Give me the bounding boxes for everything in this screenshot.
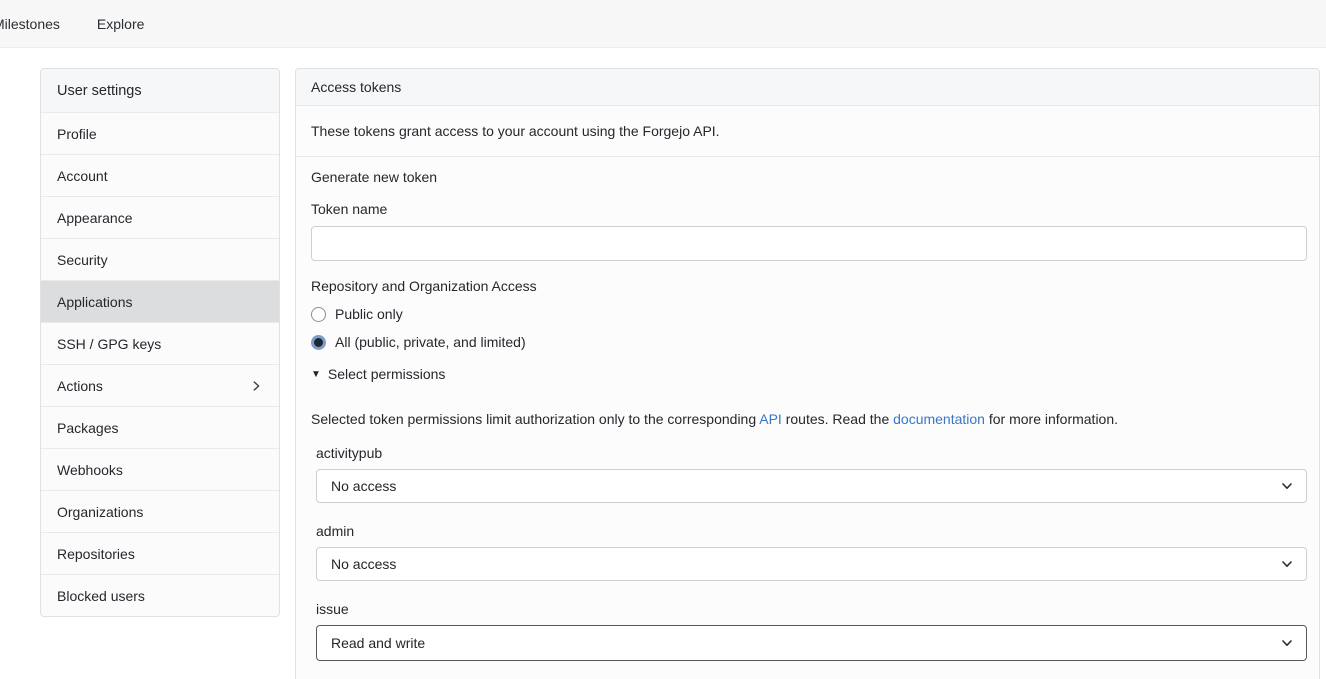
- chevron-right-icon: [249, 379, 263, 393]
- radio-all-access[interactable]: All (public, private, and limited): [311, 334, 1304, 350]
- note-text: for more information.: [985, 411, 1118, 427]
- caret-down-icon: ▼: [311, 369, 321, 380]
- sidebar-item-ssh-gpg-keys[interactable]: SSH / GPG keys: [41, 322, 279, 364]
- sidebar-item-label: Packages: [57, 420, 118, 436]
- sidebar-item-actions[interactable]: Actions: [41, 364, 279, 406]
- api-link[interactable]: API: [759, 411, 782, 427]
- sidebar-item-label: Repositories: [57, 546, 135, 562]
- sidebar-item-applications[interactable]: Applications: [41, 280, 279, 322]
- note-text: Selected token permissions limit authori…: [311, 411, 759, 427]
- permission-group-activitypub: activitypub No access: [316, 445, 1304, 503]
- sidebar-item-profile[interactable]: Profile: [41, 112, 279, 154]
- sidebar-item-organizations[interactable]: Organizations: [41, 490, 279, 532]
- issue-select[interactable]: Read and write: [316, 625, 1307, 661]
- documentation-link[interactable]: documentation: [893, 411, 985, 427]
- select-value: No access: [331, 478, 396, 494]
- sidebar-item-security[interactable]: Security: [41, 238, 279, 280]
- chevron-down-icon: [1280, 557, 1294, 571]
- select-value: Read and write: [331, 635, 425, 651]
- activitypub-select[interactable]: No access: [316, 469, 1307, 503]
- access-tokens-panel: Access tokens These tokens grant access …: [295, 68, 1320, 679]
- activitypub-label: activitypub: [316, 445, 1304, 461]
- select-permissions-toggle[interactable]: ▼ Select permissions: [311, 366, 1304, 382]
- sidebar-item-label: Applications: [57, 294, 133, 310]
- sidebar-item-label: Account: [57, 168, 108, 184]
- sidebar-item-label: Appearance: [57, 210, 133, 226]
- sidebar-item-label: Actions: [57, 378, 103, 394]
- radio-checked-icon: [311, 335, 326, 350]
- radio-public-only[interactable]: Public only: [311, 306, 1304, 322]
- note-text: routes. Read the: [782, 411, 893, 427]
- sidebar-item-packages[interactable]: Packages: [41, 406, 279, 448]
- sidebar-item-repositories[interactable]: Repositories: [41, 532, 279, 574]
- panel-description: These tokens grant access to your accoun…: [296, 106, 1319, 157]
- sidebar-item-label: Blocked users: [57, 588, 145, 604]
- nav-item-explore[interactable]: Explore: [95, 16, 146, 32]
- panel-title: Access tokens: [296, 69, 1319, 106]
- select-value: No access: [331, 556, 396, 572]
- sidebar-item-label: Profile: [57, 126, 97, 142]
- nav-item-milestones[interactable]: Milestones: [0, 16, 62, 32]
- permission-group-admin: admin No access: [316, 523, 1304, 581]
- top-navbar: Milestones Explore: [0, 0, 1326, 48]
- radio-unchecked-icon: [311, 307, 326, 322]
- sidebar-item-label: Webhooks: [57, 462, 123, 478]
- sidebar-item-label: Organizations: [57, 504, 143, 520]
- radio-label: All (public, private, and limited): [335, 334, 526, 350]
- user-settings-sidebar: User settings Profile Account Appearance…: [40, 68, 280, 617]
- sidebar-title: User settings: [41, 69, 279, 112]
- select-permissions-label: Select permissions: [328, 366, 446, 382]
- radio-label: Public only: [335, 306, 403, 322]
- sidebar-item-label: SSH / GPG keys: [57, 336, 161, 352]
- permission-group-issue: issue Read and write: [316, 601, 1304, 661]
- token-name-label: Token name: [311, 201, 1304, 217]
- permissions-note: Selected token permissions limit authori…: [311, 411, 1304, 427]
- generate-token-title: Generate new token: [311, 169, 1304, 185]
- chevron-down-icon: [1280, 479, 1294, 493]
- chevron-down-icon: [1280, 636, 1294, 650]
- sidebar-item-account[interactable]: Account: [41, 154, 279, 196]
- issue-label: issue: [316, 601, 1304, 617]
- sidebar-item-label: Security: [57, 252, 108, 268]
- sidebar-item-blocked-users[interactable]: Blocked users: [41, 574, 279, 616]
- sidebar-item-webhooks[interactable]: Webhooks: [41, 448, 279, 490]
- sidebar-item-appearance[interactable]: Appearance: [41, 196, 279, 238]
- token-name-input[interactable]: [311, 226, 1307, 261]
- generate-token-form: Generate new token Token name Repository…: [296, 157, 1319, 679]
- admin-label: admin: [316, 523, 1304, 539]
- admin-select[interactable]: No access: [316, 547, 1307, 581]
- scope-access-label: Repository and Organization Access: [311, 278, 1304, 294]
